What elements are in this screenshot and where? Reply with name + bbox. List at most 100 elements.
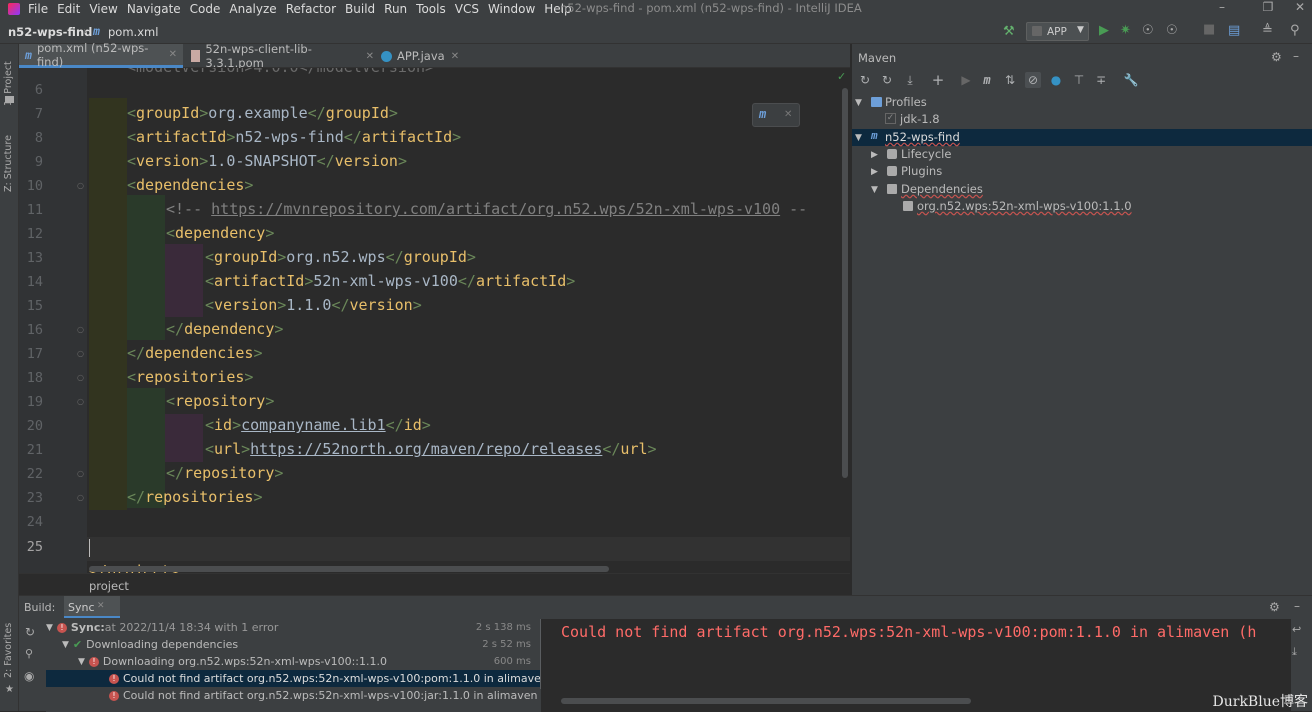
expand-arrow-icon[interactable]: ▼ [871, 185, 878, 195]
tab-pom-xml[interactable]: m pom.xml (n52-wps-find) ✕ [19, 44, 183, 68]
skip-tests-icon[interactable]: ⊘ [1025, 72, 1041, 88]
eye-icon[interactable]: ◉ [24, 669, 34, 683]
expand-arrow-icon[interactable]: ▼ [62, 640, 69, 650]
code-line-16: </dependency> [166, 320, 283, 338]
expand-arrow-icon[interactable]: ▼ [855, 133, 862, 143]
project-structure-icon[interactable]: ▤ [1228, 23, 1240, 38]
add-icon[interactable]: + [930, 72, 946, 88]
menu-analyze[interactable]: Analyze [229, 2, 276, 16]
translate-icon[interactable]: ≜ [1262, 23, 1273, 38]
menu-tools[interactable]: Tools [416, 2, 446, 16]
close-icon[interactable]: ✕ [451, 51, 459, 62]
toggle-offline-icon[interactable]: ⇅ [1002, 72, 1018, 88]
favorites-tool-button[interactable]: 2: Favorites [3, 623, 14, 678]
maven-reload-popup[interactable]: m ✕ [752, 103, 800, 127]
expand-arrow-icon[interactable]: ▶ [871, 167, 878, 177]
settings-icon[interactable]: ⚙ [1271, 50, 1282, 64]
fold-icon[interactable]: ○ [77, 493, 84, 502]
wrench-icon[interactable]: 🔧 [1123, 72, 1139, 88]
expand-arrow-icon[interactable]: ▶ [871, 150, 878, 160]
collapse-all-icon[interactable]: ⊤ [1071, 72, 1087, 88]
tree-item-dependency[interactable]: org.n52.wps:52n-xml-wps-v100:1.1.0 [852, 198, 1312, 215]
fold-icon[interactable]: ○ [77, 325, 84, 334]
menu-edit[interactable]: Edit [57, 2, 80, 16]
build-row[interactable]: ! Could not find artifact org.n52.wps:52… [46, 670, 543, 687]
expand-all-icon[interactable]: ∓ [1093, 72, 1109, 88]
vertical-scrollbar[interactable] [842, 88, 848, 478]
menu-code[interactable]: Code [190, 2, 221, 16]
checkbox-icon[interactable]: ✓ [885, 113, 896, 124]
build-row[interactable]: ▼ ✔ Downloading dependencies 2 s 52 ms [46, 636, 543, 653]
coverage-icon[interactable]: ☉ [1142, 23, 1154, 38]
star-icon: ★ [5, 684, 14, 695]
error-icon: ! [109, 674, 119, 684]
close-icon[interactable]: ✕ [97, 601, 105, 611]
close-icon[interactable]: ✕ [784, 109, 792, 120]
soft-wrap-icon[interactable]: ↩ [1292, 623, 1301, 636]
tree-item-jdk[interactable]: ✓ jdk-1.8 [852, 111, 1312, 128]
fold-icon[interactable]: ○ [77, 349, 84, 358]
refresh-icon[interactable]: ↻ [25, 625, 35, 639]
build-hammer-icon[interactable]: ⚒ [1003, 24, 1015, 39]
build-row[interactable]: ! Could not find artifact org.n52.wps:52… [46, 687, 543, 704]
tree-item-plugins[interactable]: ▶ Plugins [852, 163, 1312, 180]
tree-item-project[interactable]: ▼ m n52-wps-find [852, 129, 1312, 146]
breadcrumb-item[interactable]: project [89, 579, 129, 593]
menu-build[interactable]: Build [345, 2, 375, 16]
tree-item-dependencies[interactable]: ▼ Dependencies [852, 181, 1312, 198]
close-icon[interactable]: ✕ [169, 49, 177, 60]
close-window-icon[interactable]: ✕ [1282, 0, 1312, 18]
pin-icon[interactable]: ⚲ [25, 647, 33, 660]
stop-icon[interactable]: ■ [1203, 22, 1215, 37]
scroll-to-end-icon[interactable]: ⤓ [1292, 645, 1297, 659]
build-row[interactable]: ▼ ! Downloading org.n52.wps:52n-xml-wps-… [46, 653, 543, 670]
run-config-select[interactable]: APP ▼ [1026, 22, 1089, 41]
download-icon[interactable]: ⤓ [902, 72, 918, 88]
tab-app-java[interactable]: APP.java ✕ [375, 44, 475, 68]
run-icon[interactable]: ▶ [1099, 23, 1109, 38]
settings-icon[interactable]: ⚙ [1269, 600, 1280, 614]
build-row[interactable]: ▼ ! Sync: at 2022/11/4 18:34 with 1 erro… [46, 619, 543, 636]
maven-reload-icon[interactable]: m [759, 107, 766, 121]
restore-icon[interactable]: ❐ [1250, 0, 1286, 18]
menu-vcs[interactable]: VCS [455, 2, 479, 16]
menu-file[interactable]: File [28, 2, 48, 16]
reload-icon[interactable]: ↻ [857, 72, 873, 88]
menu-refactor[interactable]: Refactor [286, 2, 336, 16]
menu-run[interactable]: Run [384, 2, 407, 16]
profile-icon[interactable]: ☉ [1166, 23, 1178, 38]
code-editor[interactable]: 6 7 8 9 10 11 12 13 14 15 16 17 18 19 20… [19, 68, 850, 595]
expand-arrow-icon[interactable]: ▼ [46, 623, 53, 633]
show-dependencies-icon[interactable]: ● [1048, 72, 1064, 88]
config-icon [1032, 26, 1042, 36]
menu-navigate[interactable]: Navigate [127, 2, 181, 16]
console-horizontal-scrollbar[interactable] [561, 698, 971, 704]
fold-icon[interactable]: ○ [77, 397, 84, 406]
minimize-icon[interactable]: – [1204, 0, 1240, 18]
hide-icon[interactable]: – [1294, 599, 1300, 613]
close-icon[interactable]: ✕ [366, 51, 374, 62]
tab-sync[interactable]: Sync ✕ [64, 596, 120, 618]
build-console[interactable]: Could not find artifact org.n52.wps:52n-… [541, 619, 1291, 712]
tab-client-lib-pom[interactable]: 52n-wps-client-lib-3.3.1.pom ✕ [185, 44, 380, 68]
menu-view[interactable]: View [89, 2, 117, 16]
hide-icon[interactable]: – [1293, 49, 1299, 63]
search-everywhere-icon[interactable]: ⚲ [1290, 23, 1300, 38]
fold-icon[interactable]: ○ [77, 181, 84, 190]
nav-project[interactable]: n52-wps-find [8, 25, 92, 39]
debug-icon[interactable]: ✷ [1120, 23, 1131, 38]
nav-file[interactable]: pom.xml [108, 25, 158, 39]
execute-goal-icon[interactable]: m [979, 72, 995, 88]
fold-icon[interactable]: ○ [77, 373, 84, 382]
tree-item-profiles[interactable]: ▼ Profiles [852, 94, 1312, 111]
horizontal-scrollbar[interactable] [89, 566, 609, 572]
tree-item-lifecycle[interactable]: ▶ Lifecycle [852, 146, 1312, 163]
expand-arrow-icon[interactable]: ▼ [78, 657, 85, 667]
expand-arrow-icon[interactable]: ▼ [855, 98, 862, 108]
menu-window[interactable]: Window [488, 2, 535, 16]
structure-tool-button[interactable]: Z: Structure [3, 135, 14, 192]
fold-icon[interactable]: ○ [77, 469, 84, 478]
run-maven-icon[interactable]: ▶ [958, 72, 974, 88]
reload-project-icon[interactable]: ↻ [879, 72, 895, 88]
breadcrumb: project [19, 573, 850, 595]
